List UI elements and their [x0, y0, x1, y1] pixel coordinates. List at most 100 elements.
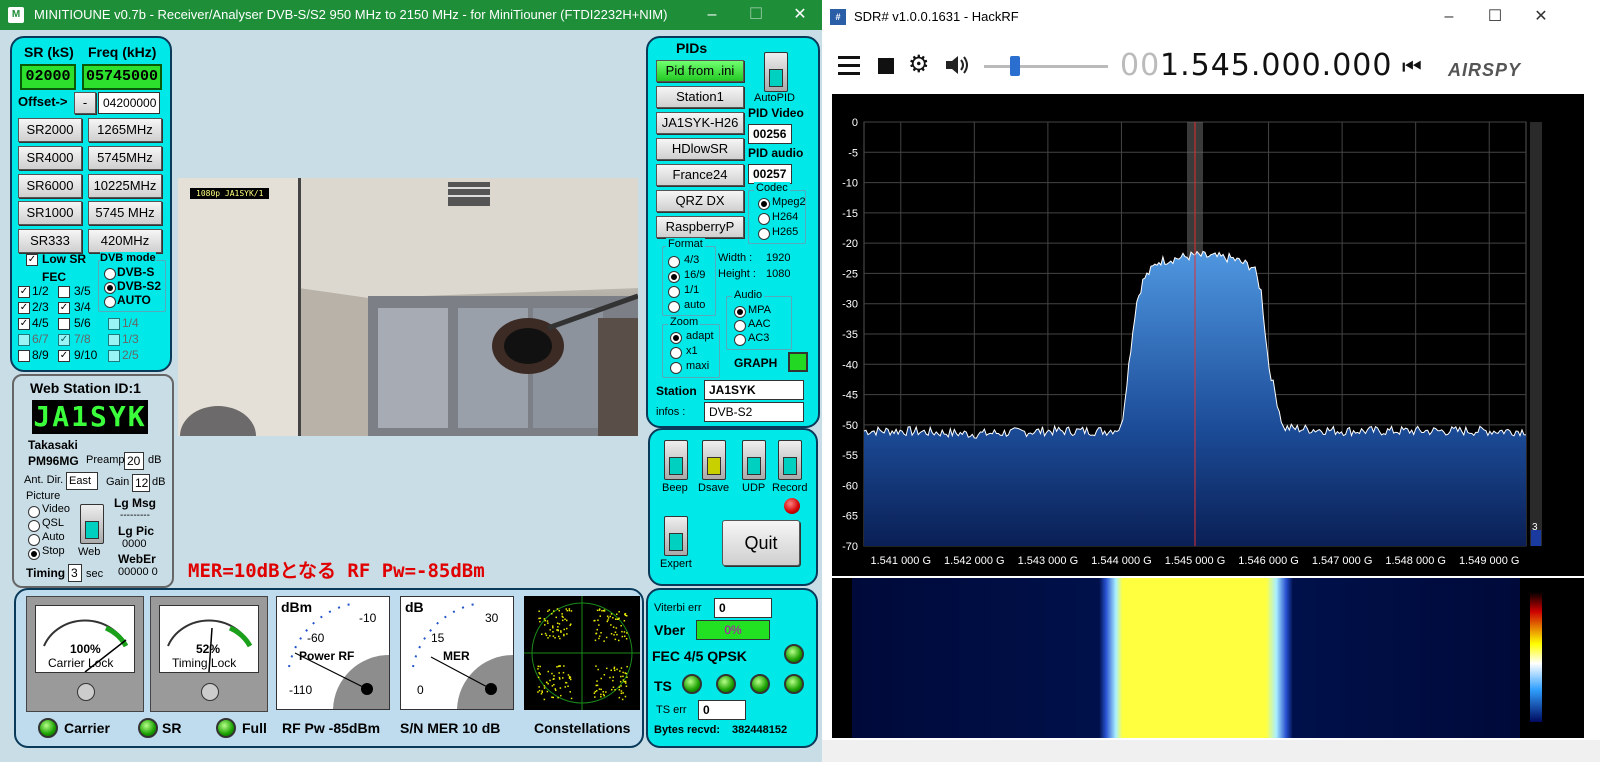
udp-toggle-switch[interactable] [742, 440, 766, 480]
constellation-point [547, 670, 549, 673]
settings-gear-icon[interactable]: ⚙ [908, 52, 930, 78]
codec-h265-radio[interactable] [758, 228, 770, 240]
format-16-9-radio[interactable] [668, 271, 680, 283]
freq-420-button[interactable]: 420MHz [88, 229, 162, 253]
constellation-point [626, 676, 628, 678]
dvb-auto-radio[interactable] [104, 296, 116, 308]
web-toggle-switch[interactable] [80, 504, 104, 544]
raspberryp-button[interactable]: RaspberryP [656, 216, 744, 238]
gain-input[interactable]: 12 [132, 474, 150, 492]
ja1syk-h26-button[interactable]: JA1SYK-H26 [656, 112, 744, 134]
fec-5-6-checkbox[interactable] [58, 318, 70, 330]
zoom-maxi-radio[interactable] [670, 362, 682, 374]
dvb-s2-radio[interactable] [104, 282, 116, 294]
dsave-toggle-switch[interactable] [702, 440, 726, 480]
zoom-adapt-radio[interactable] [670, 332, 682, 344]
offset-sign-button[interactable]: - [74, 92, 96, 114]
fec-7-8-checkbox[interactable]: ✓ [58, 334, 70, 346]
pid-audio-input[interactable]: 00257 [748, 164, 792, 184]
fec-3-4-checkbox[interactable]: ✓ [58, 302, 70, 314]
record-toggle-switch[interactable] [778, 440, 802, 480]
zoom-x1-radio[interactable] [670, 347, 682, 359]
fec-8-9-checkbox[interactable] [18, 350, 30, 362]
volume-slider-thumb[interactable] [1010, 56, 1020, 76]
picture-stop-radio[interactable] [28, 548, 40, 560]
format-4-3-radio[interactable] [668, 256, 680, 268]
preamp-input[interactable]: 20 [124, 452, 144, 470]
station-input[interactable]: JA1SYK [704, 380, 804, 400]
mer-tick-30: 30 [485, 611, 499, 625]
frequency-step-icon[interactable]: ⏮ [1402, 54, 1422, 80]
picture-auto-radio[interactable] [28, 534, 40, 546]
audio-aac-radio[interactable] [734, 320, 746, 332]
video-display: 1080p JA1SYK/1 [178, 178, 638, 436]
sr-display[interactable]: 02000 [20, 64, 76, 90]
minimize-icon[interactable]: – [690, 0, 734, 30]
constellation-point [613, 634, 615, 636]
freq-5745-button[interactable]: 5745MHz [88, 146, 162, 170]
pid-video-input[interactable]: 00256 [748, 124, 792, 144]
lg-pic-label: Lg Pic [118, 524, 155, 538]
y-tick-label: -55 [842, 450, 858, 462]
fec-1-2-checkbox[interactable]: ✓ [18, 286, 30, 298]
fec-3-5-checkbox[interactable] [58, 286, 70, 298]
qrz-dx-button[interactable]: QRZ DX [656, 190, 744, 212]
offset-input[interactable]: 04200000 [98, 92, 160, 114]
right-maximize-icon[interactable]: ☐ [1472, 0, 1518, 34]
dvb-s-radio[interactable] [104, 268, 116, 280]
audio-ac3-radio[interactable] [734, 334, 746, 346]
timing-input[interactable]: 3 [68, 564, 82, 582]
codec-h264-radio[interactable] [758, 213, 770, 225]
france24-button[interactable]: France24 [656, 164, 744, 186]
expert-toggle-switch[interactable] [664, 516, 688, 556]
fec-2-5-checkbox[interactable] [108, 350, 120, 362]
sr333-button[interactable]: SR333 [18, 229, 82, 253]
frequency-display[interactable]: 1.545.000.000 [1160, 48, 1392, 83]
graph-toggle-button[interactable] [788, 352, 808, 372]
freq-1265-button[interactable]: 1265MHz [88, 118, 162, 142]
sr2000-button[interactable]: SR2000 [18, 118, 82, 142]
constellation-point [614, 669, 616, 672]
freq-5745b-button[interactable]: 5745 MHz [88, 201, 162, 225]
audio-speaker-icon[interactable] [944, 54, 970, 76]
gain-db-label: dB [152, 476, 166, 488]
autopid-toggle-switch[interactable] [764, 52, 788, 92]
fec-6-7-checkbox[interactable] [18, 334, 30, 346]
fec-1-3-checkbox[interactable] [108, 334, 120, 346]
hdlowsr-button[interactable]: HDlowSR [656, 138, 744, 160]
hamburger-menu-icon[interactable] [838, 56, 860, 76]
pid-from-ini-button[interactable]: Pid from .ini [656, 60, 744, 82]
viterbi-err-label: Viterbi err [654, 602, 702, 614]
format-auto-radio[interactable] [668, 301, 680, 313]
picture-video-radio[interactable] [28, 506, 40, 518]
fec-9-10-checkbox[interactable]: ✓ [58, 350, 70, 362]
quit-button[interactable]: Quit [722, 520, 800, 566]
freq-10225-button[interactable]: 10225MHz [88, 174, 162, 198]
maximize-icon[interactable]: ☐ [734, 0, 778, 30]
sr1000-button[interactable]: SR1000 [18, 201, 82, 225]
fec-1-4-checkbox[interactable] [108, 318, 120, 330]
sr4000-button[interactable]: SR4000 [18, 146, 82, 170]
infos-input[interactable]: DVB-S2 [704, 402, 804, 422]
audio-mpa-radio[interactable] [734, 306, 746, 318]
station1-button[interactable]: Station1 [656, 86, 744, 108]
picture-qsl-radio[interactable] [28, 520, 40, 532]
beep-toggle-switch[interactable] [664, 440, 688, 480]
close-icon[interactable]: ✕ [778, 0, 822, 30]
stop-icon[interactable] [878, 58, 894, 74]
fec-2-3-checkbox[interactable]: ✓ [18, 302, 30, 314]
ant-dir-input[interactable]: East [66, 472, 98, 490]
freq-display[interactable]: 05745000 [82, 64, 162, 90]
volume-slider-track[interactable] [984, 65, 1108, 68]
constellation-point [553, 678, 555, 680]
format-1-1-radio[interactable] [668, 286, 680, 298]
right-minimize-icon[interactable]: – [1426, 0, 1472, 34]
sr6000-button[interactable]: SR6000 [18, 174, 82, 198]
fec-4-5-checkbox[interactable]: ✓ [18, 318, 30, 330]
low-sr-checkbox[interactable]: ✓ [26, 254, 38, 266]
codec-mpeg2-radio[interactable] [758, 198, 770, 210]
spectrum-scrollbar[interactable] [1530, 122, 1542, 546]
format-16-9-label: 16/9 [684, 269, 706, 281]
right-close-icon[interactable]: ✕ [1518, 0, 1564, 34]
constellation-point [598, 688, 601, 690]
